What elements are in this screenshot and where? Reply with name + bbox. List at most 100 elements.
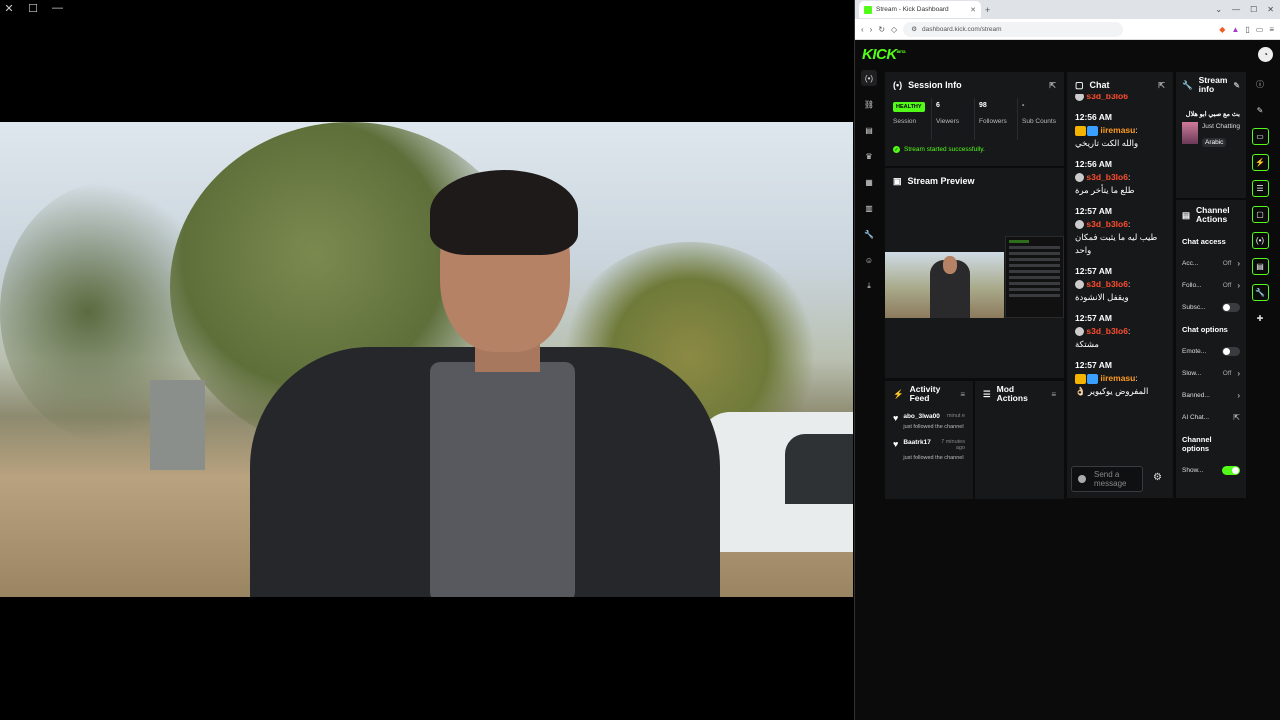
ai-chat-option[interactable]: AI Chat... ⇱ — [1176, 406, 1246, 428]
chat-time: 12:57 AM — [1075, 360, 1113, 370]
new-tab-icon[interactable]: + — [985, 5, 990, 15]
video-player-window[interactable]: ✕ ☐ — — [0, 0, 853, 720]
tools-panel-icon[interactable]: 🔧 — [1251, 284, 1269, 301]
bookmark-icon[interactable]: ◇ — [891, 25, 897, 34]
wrench-icon: 🔧 — [1182, 79, 1193, 90]
video-panel-icon[interactable]: ▭ — [1251, 128, 1269, 145]
url-text: dashboard.kick.com/stream — [922, 25, 1002, 33]
popout-icon[interactable]: ⇱ — [1158, 81, 1165, 90]
chat-username[interactable]: s3d_b3lo6 — [1086, 172, 1128, 182]
chat-message: 12:56 AM s3d_b3lo6: طلع ما يتأخر مرة — [1067, 159, 1173, 197]
close-icon[interactable]: ✕ — [4, 2, 14, 15]
bolt-panel-icon[interactable]: ⚡ — [1251, 154, 1269, 171]
url-field[interactable]: ⚙ dashboard.kick.com/stream — [903, 21, 1124, 37]
info-icon[interactable]: ⓘ — [1252, 76, 1269, 93]
trophy-nav-icon[interactable]: ♛ — [861, 148, 877, 164]
chat-messages[interactable]: s3d_b3lo6 12:56 AM iiremasu: والله الكت … — [1067, 94, 1173, 454]
session-stats: HEALTHY Session 6 Viewers 98 Followers -… — [885, 98, 1064, 140]
chat-message-input[interactable]: Send a message — [1071, 466, 1143, 492]
stats-nav-icon[interactable]: ▦ — [861, 174, 877, 190]
wrench-nav-icon[interactable]: 🔧 — [861, 226, 877, 242]
dashboard-left-nav: (•) ⛓ ▤ ♛ ▦ ▥ 🔧 ☺ ⤓ — [859, 70, 879, 294]
activity-user[interactable]: Baatrk17 — [903, 439, 930, 451]
brave-shield-icon[interactable]: ◆ — [1219, 25, 1225, 34]
back-icon[interactable]: ‹ — [861, 25, 864, 34]
chat-message: 12:57 AM s3d_b3lo6: طيب ليه ما يثبت فمكا… — [1067, 206, 1173, 257]
chat-settings-gear-icon[interactable]: ⚙ — [1153, 472, 1162, 483]
mod-actions-panel: ☰ Mod Actions ≡ — [975, 381, 1064, 499]
filter-icon[interactable]: ≡ — [1051, 390, 1056, 399]
broadcast-icon: (•) — [893, 80, 903, 90]
kick-logo[interactable]: KICKBETA — [862, 46, 906, 63]
popout-icon[interactable]: ⇱ — [1049, 81, 1056, 90]
banned-words-option[interactable]: Banned... › — [1176, 384, 1246, 406]
users-nav-icon[interactable]: ☺ — [861, 252, 877, 268]
activity-time: 7 minutes ago — [941, 439, 965, 451]
chat-username[interactable]: s3d_b3lo6 — [1086, 94, 1128, 101]
chevron-right-icon: › — [1237, 280, 1240, 290]
channel-actions-panel: ▤ Channel Actions Chat access Acc... Off… — [1176, 200, 1246, 498]
chat-username[interactable]: s3d_b3lo6 — [1086, 219, 1128, 229]
sword-badge-icon — [1087, 373, 1098, 384]
mod-panel-icon[interactable]: ▤ — [1251, 258, 1269, 275]
stream-nav-icon[interactable]: (•) — [861, 70, 877, 86]
dashboard-right-nav: ⓘ ✎ ▭ ⚡ ☰ ▢ (•) ▤ 🔧 ✚ — [1250, 76, 1270, 327]
download-nav-icon[interactable]: ⤓ — [861, 278, 877, 294]
subscribers-toggle[interactable] — [1222, 302, 1240, 312]
forward-icon[interactable]: › — [870, 25, 873, 34]
session-stat: HEALTHY Session — [889, 98, 932, 140]
stream-info-panel: 🔧 Stream info ✎ بث مع صبي ابو هلال Just … — [1176, 72, 1246, 198]
status-badge: HEALTHY — [893, 102, 925, 112]
show-toggle[interactable] — [1222, 465, 1240, 475]
tab-kick-dashboard[interactable]: Stream - Kick Dashboard ✕ — [859, 1, 981, 18]
chat-username[interactable]: s3d_b3lo6 — [1086, 326, 1128, 336]
link-nav-icon[interactable]: ⛓ — [861, 96, 877, 112]
chat-text: مشتكة — [1075, 339, 1099, 349]
list-panel-icon[interactable]: ☰ — [1251, 180, 1269, 197]
user-avatar[interactable]: ◔ — [1258, 46, 1273, 62]
account-age-option[interactable]: Acc... Off › — [1176, 252, 1246, 274]
minimize-icon[interactable]: — — [52, 2, 63, 15]
category-thumbnail — [1182, 122, 1198, 144]
edit-icon[interactable]: ✎ — [1233, 81, 1240, 90]
kick-favicon-icon — [864, 5, 872, 14]
chart-nav-icon[interactable]: ▥ — [861, 200, 877, 216]
emote-icon[interactable] — [1078, 475, 1086, 483]
preview-video[interactable] — [885, 252, 1004, 318]
show-option[interactable]: Show... — [1176, 459, 1246, 481]
chat-username[interactable]: iiremasu — [1100, 373, 1135, 383]
maximize-icon[interactable]: ☐ — [1250, 5, 1257, 14]
minimize-icon[interactable]: — — [1232, 5, 1240, 14]
reload-icon[interactable]: ↻ — [878, 25, 885, 34]
edit-icon[interactable]: ✎ — [1252, 102, 1269, 119]
video-frame[interactable] — [0, 122, 853, 597]
emote-only-toggle[interactable] — [1222, 346, 1240, 356]
wallet-icon[interactable]: ▭ — [1256, 25, 1264, 34]
followers-only-option[interactable]: Follo... Off › — [1176, 274, 1246, 296]
broadcast-panel-icon[interactable]: (•) — [1251, 232, 1269, 249]
emote-only-option[interactable]: Emote... — [1176, 340, 1246, 362]
preview-icon: ▣ — [893, 175, 902, 186]
sidebar-icon[interactable]: ▯ — [1245, 25, 1249, 34]
filter-icon[interactable]: ≡ — [960, 390, 965, 399]
add-panel-icon[interactable]: ✚ — [1252, 310, 1269, 327]
chat-username[interactable]: iiremasu — [1100, 125, 1135, 135]
chevron-right-icon: › — [1237, 368, 1240, 378]
close-icon[interactable]: ✕ — [1267, 5, 1274, 14]
chat-panel-icon[interactable]: ▢ — [1251, 206, 1269, 223]
channel-actions-title: Channel Actions — [1196, 205, 1230, 224]
user-badge-icon — [1075, 173, 1084, 183]
tab-close-icon[interactable]: ✕ — [970, 6, 976, 14]
slow-mode-option[interactable]: Slow... Off › — [1176, 362, 1246, 384]
subscribers-only-option[interactable]: Subsc... — [1176, 296, 1246, 318]
brave-rewards-icon[interactable]: ▲ — [1231, 25, 1239, 34]
stream-title: بث مع صبي ابو هلال — [1185, 111, 1240, 118]
analytics-nav-icon[interactable]: ▤ — [861, 122, 877, 138]
site-settings-icon[interactable]: ⚙ — [911, 25, 917, 33]
menu-icon[interactable]: ≡ — [1269, 25, 1274, 34]
chevron-down-icon[interactable]: ⌄ — [1215, 5, 1222, 14]
maximize-icon[interactable]: ☐ — [28, 2, 38, 15]
stream-started-text: Stream started successfully. — [904, 146, 985, 153]
chat-username[interactable]: s3d_b3lo6 — [1086, 279, 1128, 289]
activity-user[interactable]: abo_3lwa00 — [903, 413, 940, 420]
